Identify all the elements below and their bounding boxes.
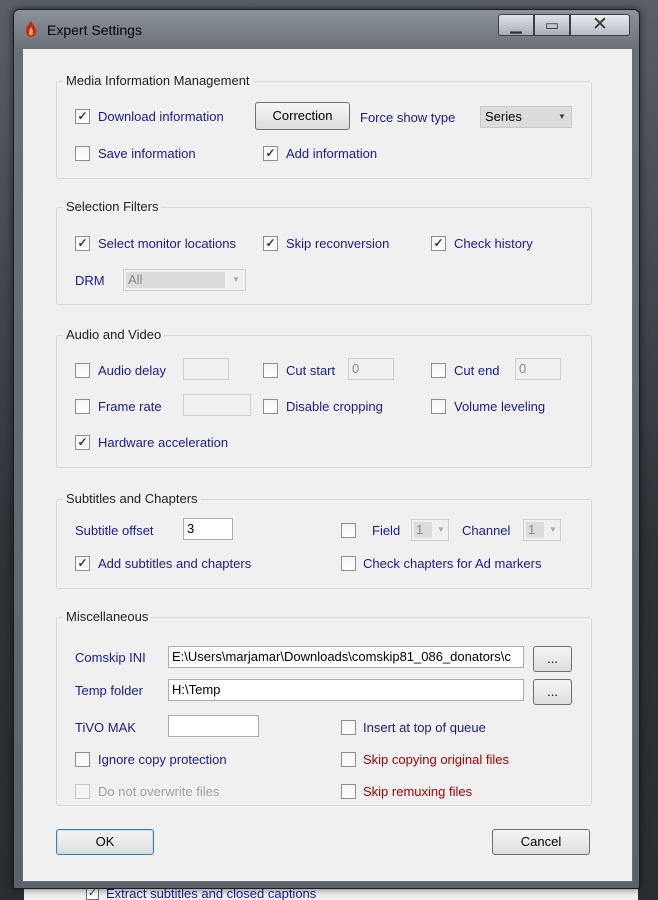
volume-leveling-label: Volume leveling (454, 399, 546, 414)
minimize-button[interactable]: ▁ (498, 14, 534, 36)
skip-reconversion-checkbox[interactable]: ✓ (263, 236, 278, 251)
hardware-acceleration-checkbox[interactable]: ✓ (75, 435, 90, 450)
group-title: Subtitles and Chapters (63, 491, 201, 506)
select-monitor-locations-checkbox[interactable]: ✓ (75, 236, 90, 251)
disable-cropping-checkbox[interactable] (263, 399, 278, 414)
miscellaneous-group: Miscellaneous Comskip INI E:\Users\marja… (56, 609, 592, 806)
temp-folder-input[interactable]: H:\Temp (168, 679, 524, 701)
select-monitor-locations-label: Select monitor locations (98, 236, 237, 251)
window-title: Expert Settings (47, 22, 142, 38)
channel-select[interactable]: 1 ▼ (523, 519, 561, 541)
title-bar[interactable]: Expert Settings ▁ ▭ ✕ (14, 10, 639, 48)
group-title: Audio and Video (63, 327, 165, 342)
correction-button[interactable]: Correction (255, 102, 350, 130)
frame-rate-checkbox[interactable] (75, 399, 90, 414)
group-title: Media Information Management (63, 73, 253, 88)
check-history-checkbox[interactable]: ✓ (431, 236, 446, 251)
temp-folder-browse-button[interactable]: ... (533, 679, 572, 705)
comskip-ini-input[interactable]: E:\Users\marjamar\Downloads\comskip81_08… (168, 646, 524, 668)
dialog-client-area: Media Information Management ✓ Download … (22, 48, 633, 882)
do-not-overwrite-checkbox[interactable] (75, 784, 90, 799)
channel-label: Channel (462, 523, 511, 538)
skip-copying-original-label: Skip copying original files (363, 752, 509, 767)
comskip-ini-label: Comskip INI (75, 650, 146, 665)
ignore-copy-protection-checkbox[interactable] (75, 752, 90, 767)
ignore-copy-protection-label: Ignore copy protection (98, 752, 227, 767)
chevron-down-icon: ▼ (232, 275, 240, 284)
temp-folder-label: Temp folder (75, 683, 143, 698)
check-chapters-ad-markers-label: Check chapters for Ad markers (363, 556, 542, 571)
add-subtitles-chapters-label: Add subtitles and chapters (98, 556, 252, 571)
subtitle-offset-label: Subtitle offset (75, 523, 154, 538)
cut-start-checkbox[interactable] (263, 363, 278, 378)
check-chapters-ad-markers-checkbox[interactable] (341, 556, 356, 571)
check-history-label: Check history (454, 236, 533, 251)
drm-select[interactable]: All ▼ (123, 269, 246, 291)
do-not-overwrite-label: Do not overwrite files (98, 784, 220, 799)
hardware-acceleration-label: Hardware acceleration (98, 435, 229, 450)
channel-value: 1 (526, 522, 544, 538)
close-button[interactable]: ✕ (570, 14, 630, 36)
skip-remuxing-checkbox[interactable] (341, 784, 356, 799)
add-information-checkbox[interactable]: ✓ (263, 146, 278, 161)
selection-filters-group: Selection Filters ✓ Select monitor locat… (56, 199, 592, 305)
maximize-icon: ▭ (544, 17, 560, 34)
media-info-group: Media Information Management ✓ Download … (56, 73, 592, 179)
insert-top-queue-checkbox[interactable] (341, 720, 356, 735)
subtitles-chapters-group: Subtitles and Chapters Subtitle offset 3… (56, 491, 592, 589)
disable-cropping-label: Disable cropping (286, 399, 383, 414)
cut-end-checkbox[interactable] (431, 363, 446, 378)
minimize-icon: ▁ (510, 17, 522, 34)
skip-copying-original-checkbox[interactable] (341, 752, 356, 767)
force-show-type-value: Series (485, 109, 522, 124)
cancel-button[interactable]: Cancel (492, 829, 590, 855)
audio-video-group: Audio and Video Audio delay Cut start 0 … (56, 327, 592, 468)
save-information-checkbox[interactable] (75, 146, 90, 161)
cut-start-label: Cut start (286, 363, 336, 378)
audio-delay-input[interactable] (183, 358, 229, 380)
chevron-down-icon: ▼ (549, 525, 557, 534)
cut-start-input[interactable]: 0 (348, 358, 394, 380)
tivo-mak-label: TiVO MAK (75, 720, 136, 735)
comskip-browse-button[interactable]: ... (533, 646, 572, 672)
field-value: 1 (414, 522, 432, 538)
add-subtitles-chapters-checkbox[interactable]: ✓ (75, 556, 90, 571)
insert-top-queue-label: Insert at top of queue (363, 720, 486, 735)
app-flame-icon (26, 21, 36, 37)
cut-end-label: Cut end (454, 363, 500, 378)
drm-value: All (126, 272, 225, 288)
group-title: Selection Filters (63, 199, 162, 214)
field-select[interactable]: 1 ▼ (411, 519, 449, 541)
expert-settings-dialog: Expert Settings ▁ ▭ ✕ Media Information … (13, 9, 640, 889)
tivo-mak-input[interactable] (168, 715, 259, 737)
audio-delay-checkbox[interactable] (75, 363, 90, 378)
subtitle-offset-input[interactable]: 3 (183, 518, 233, 540)
frame-rate-label: Frame rate (98, 399, 162, 414)
download-information-checkbox[interactable]: ✓ (75, 109, 90, 124)
volume-leveling-checkbox[interactable] (431, 399, 446, 414)
add-information-label: Add information (286, 146, 378, 161)
audio-delay-label: Audio delay (98, 363, 166, 378)
field-label: Field (372, 523, 401, 538)
save-information-label: Save information (98, 146, 196, 161)
force-show-type-label: Force show type (360, 110, 456, 125)
close-icon: ✕ (592, 14, 608, 35)
cut-end-input[interactable]: 0 (515, 358, 561, 380)
chevron-down-icon: ▼ (437, 525, 445, 534)
drm-label: DRM (75, 273, 105, 288)
maximize-button[interactable]: ▭ (534, 14, 570, 36)
force-show-type-select[interactable]: Series ▼ (480, 106, 572, 128)
field-channel-checkbox[interactable] (341, 523, 356, 538)
ok-button[interactable]: OK (56, 829, 154, 855)
chevron-down-icon: ▼ (558, 112, 566, 121)
group-title: Miscellaneous (63, 609, 152, 624)
download-information-label: Download information (98, 109, 224, 124)
frame-rate-input[interactable] (183, 394, 251, 416)
skip-remuxing-label: Skip remuxing files (363, 784, 473, 799)
skip-reconversion-label: Skip reconversion (286, 236, 390, 251)
